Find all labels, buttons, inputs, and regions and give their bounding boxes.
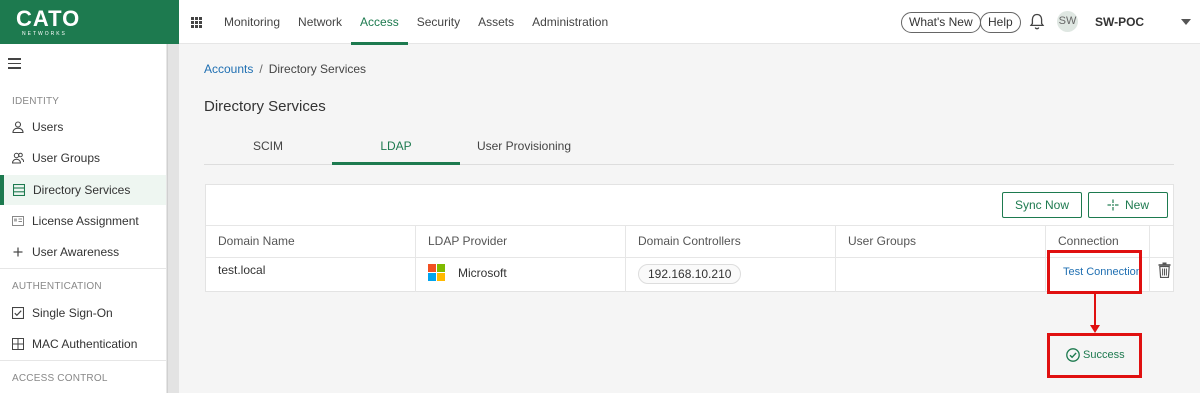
sidebar: IDENTITY Users User Groups Directory Ser… — [0, 44, 167, 393]
account-name[interactable]: SW-POC — [1095, 0, 1144, 44]
new-button-label: New — [1124, 198, 1149, 212]
tab-bar: SCIM LDAP User Provisioning — [204, 133, 1174, 165]
nav-security[interactable]: Security — [408, 0, 469, 44]
logo-wordmark: CATO — [16, 6, 81, 31]
cato-logo[interactable]: CATO NETWORKS — [0, 0, 179, 44]
domain-controller-chip: 192.168.10.210 — [638, 264, 742, 284]
sidebar-item-user-groups[interactable]: User Groups — [0, 143, 166, 173]
table-toolbar: Sync Now New — [206, 185, 1173, 226]
cell-domain-controllers: 192.168.10.210 — [626, 257, 836, 292]
user-group-icon — [12, 152, 24, 164]
user-icon — [12, 121, 24, 133]
sidebar-item-label: Users — [32, 120, 64, 134]
cell-ldap-provider: Microsoft — [416, 257, 626, 292]
main-nav: Monitoring Network Access Security Asset… — [215, 0, 617, 45]
success-label: Success — [1083, 348, 1125, 361]
menu-toggle-icon[interactable] — [8, 58, 21, 69]
column-header-domain-name[interactable]: Domain Name — [206, 226, 416, 257]
logo-tagline: NETWORKS — [22, 31, 67, 37]
sidebar-scrollbar[interactable] — [167, 44, 179, 393]
sidebar-item-mac-authentication[interactable]: MAC Authentication — [0, 329, 166, 359]
ldap-panel: Sync Now New Domain Name LDAP Provider D… — [205, 184, 1174, 292]
help-button[interactable]: Help — [980, 12, 1021, 33]
sidebar-item-license-assignment[interactable]: License Assignment — [0, 206, 166, 236]
sidebar-section-access-control: ACCESS CONTROL — [12, 373, 108, 384]
checkbox-icon — [12, 307, 24, 319]
notifications-bell-icon[interactable] — [1029, 13, 1045, 31]
top-bar: CATO NETWORKS Monitoring Network Access … — [0, 0, 1200, 45]
nav-administration[interactable]: Administration — [523, 0, 617, 44]
connection-success-status: Success — [1066, 348, 1125, 362]
column-header-user-groups[interactable]: User Groups — [836, 226, 1046, 257]
sidebar-item-label: License Assignment — [32, 214, 139, 228]
check-circle-icon — [1066, 348, 1080, 362]
sync-now-button[interactable]: Sync Now — [1002, 192, 1082, 218]
cell-user-groups — [836, 257, 1046, 292]
sidebar-divider — [0, 360, 166, 361]
tab-user-provisioning[interactable]: User Provisioning — [460, 133, 588, 165]
delete-trash-icon[interactable] — [1158, 262, 1171, 278]
license-icon — [12, 216, 24, 226]
sidebar-section-authentication: AUTHENTICATION — [12, 281, 102, 292]
annotation-arrow-head — [1090, 325, 1100, 333]
nav-monitoring[interactable]: Monitoring — [215, 0, 289, 44]
account-dropdown-caret-icon[interactable] — [1181, 19, 1191, 25]
breadcrumb-separator: / — [259, 62, 263, 76]
nav-network[interactable]: Network — [289, 0, 351, 44]
plus-icon — [13, 247, 23, 257]
microsoft-logo-icon — [428, 264, 445, 282]
breadcrumb-accounts-link[interactable]: Accounts — [204, 62, 253, 76]
column-header-domain-controllers[interactable]: Domain Controllers — [626, 226, 836, 257]
sidebar-item-single-sign-on[interactable]: Single Sign-On — [0, 298, 166, 328]
breadcrumb: Accounts / Directory Services — [204, 62, 366, 76]
tab-ldap[interactable]: LDAP — [332, 133, 460, 165]
sidebar-item-label: User Groups — [32, 151, 101, 165]
sidebar-item-label: Directory Services — [33, 183, 131, 197]
sidebar-item-label: User Awareness — [32, 245, 120, 259]
sidebar-item-label: Single Sign-On — [32, 306, 113, 320]
user-avatar[interactable]: SW — [1057, 11, 1078, 32]
cell-domain-name: test.local — [206, 257, 416, 292]
tab-scim[interactable]: SCIM — [204, 133, 332, 165]
breadcrumb-current: Directory Services — [268, 62, 367, 76]
sidebar-item-label: MAC Authentication — [32, 337, 138, 351]
page-title: Directory Services — [204, 98, 326, 115]
sidebar-item-user-awareness[interactable]: User Awareness — [0, 237, 166, 267]
annotation-arrow — [1094, 293, 1096, 326]
sidebar-section-identity: IDENTITY — [12, 96, 60, 107]
provider-name: Microsoft — [458, 266, 507, 280]
sidebar-divider — [0, 268, 166, 269]
whats-new-button[interactable]: What's New — [901, 12, 981, 33]
nav-access[interactable]: Access — [351, 0, 408, 45]
sidebar-item-directory-services[interactable]: Directory Services — [0, 175, 166, 205]
add-icon — [1107, 199, 1119, 211]
nav-assets[interactable]: Assets — [469, 0, 523, 44]
column-header-ldap-provider[interactable]: LDAP Provider — [416, 226, 626, 257]
new-button[interactable]: New — [1088, 192, 1168, 218]
app-launcher-icon[interactable] — [191, 17, 202, 28]
grid-icon — [12, 338, 24, 350]
highlight-box-test-connection — [1047, 250, 1142, 294]
directory-icon — [13, 184, 25, 196]
sidebar-item-users[interactable]: Users — [0, 112, 166, 142]
